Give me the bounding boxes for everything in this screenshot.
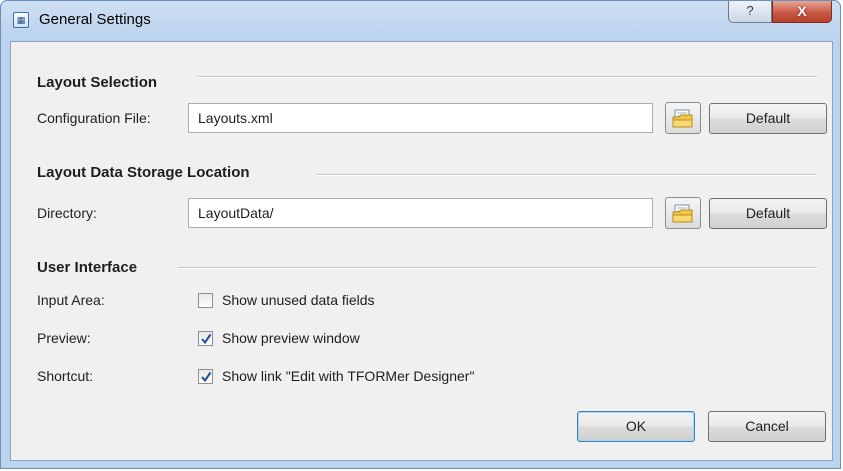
shortcut-label: Shortcut: xyxy=(37,368,94,384)
checkmark-icon xyxy=(201,371,212,382)
section-user-interface: User Interface xyxy=(37,259,138,276)
help-button[interactable]: ? xyxy=(728,1,772,23)
config-file-input[interactable] xyxy=(188,103,653,133)
config-browse-button[interactable] xyxy=(665,102,701,134)
dialog-content: Layout Selection Configuration File: Def… xyxy=(10,41,833,461)
show-preview-checkbox[interactable] xyxy=(198,330,213,346)
title-bar[interactable]: ▦ General Settings ? X xyxy=(1,1,840,41)
ok-button[interactable]: OK xyxy=(577,411,695,442)
show-designer-link-option[interactable]: Show link "Edit with TFORMer Designer" xyxy=(198,368,474,384)
section-divider xyxy=(178,267,817,269)
window-title: General Settings xyxy=(39,11,151,28)
app-icon: ▦ xyxy=(13,12,29,28)
show-preview-option[interactable]: Show preview window xyxy=(198,330,360,346)
directory-input[interactable] xyxy=(188,198,653,228)
show-unused-fields-checkbox[interactable] xyxy=(198,292,213,308)
close-button[interactable]: X xyxy=(772,1,832,23)
section-storage-location: Layout Data Storage Location xyxy=(37,164,250,181)
show-designer-link-checkbox[interactable] xyxy=(198,368,213,384)
section-divider xyxy=(316,174,817,176)
show-unused-fields-option[interactable]: Show unused data fields xyxy=(198,292,375,308)
config-file-label: Configuration File: xyxy=(37,110,151,126)
dialog-window: ▦ General Settings ? X Layout Selection … xyxy=(0,0,841,469)
cancel-button[interactable]: Cancel xyxy=(708,411,826,442)
directory-default-button[interactable]: Default xyxy=(709,198,827,229)
show-unused-fields-label[interactable]: Show unused data fields xyxy=(222,292,375,308)
show-designer-link-label[interactable]: Show link "Edit with TFORMer Designer" xyxy=(222,368,474,384)
input-area-label: Input Area: xyxy=(37,292,105,308)
directory-label: Directory: xyxy=(37,205,97,221)
folder-browse-icon xyxy=(672,109,693,128)
section-layout-selection: Layout Selection xyxy=(37,74,158,91)
preview-label: Preview: xyxy=(37,330,91,346)
config-default-button[interactable]: Default xyxy=(709,103,827,134)
directory-browse-button[interactable] xyxy=(665,197,701,229)
checkmark-icon xyxy=(201,333,212,344)
folder-browse-icon xyxy=(672,204,693,223)
section-divider xyxy=(197,76,817,78)
show-preview-label[interactable]: Show preview window xyxy=(222,330,360,346)
